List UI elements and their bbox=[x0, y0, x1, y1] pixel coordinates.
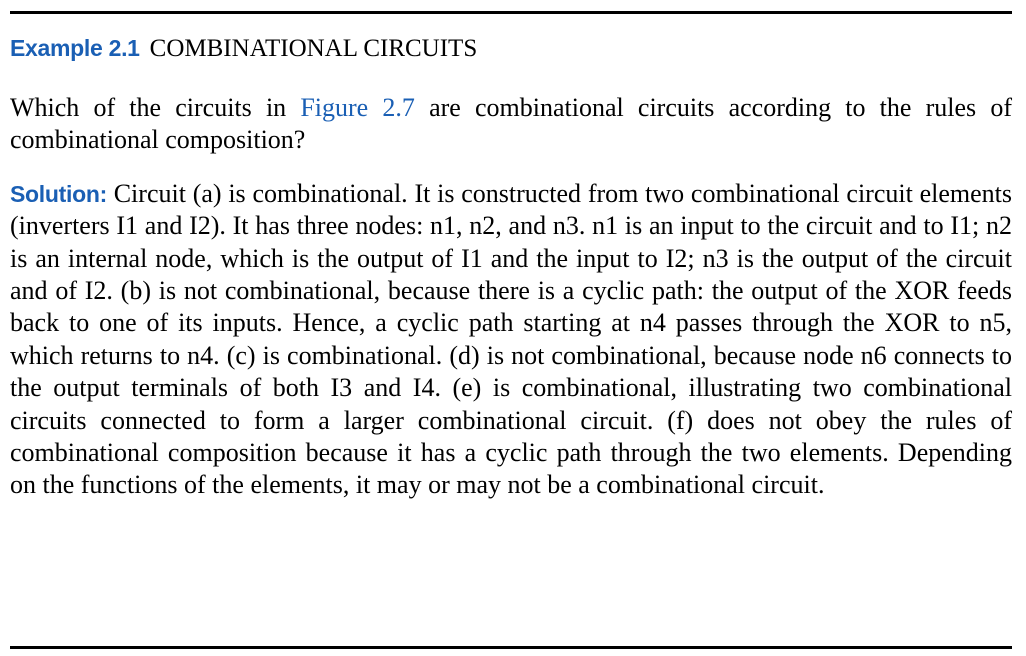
top-rule bbox=[10, 11, 1012, 14]
example-title: COMBINATIONAL CIRCUITS bbox=[149, 35, 478, 62]
bottom-rule bbox=[10, 646, 1012, 649]
solution-text: Circuit (a) is combinational. It is cons… bbox=[10, 178, 1013, 500]
example-box: Example 2.1 COMBINATIONAL CIRCUITS Which… bbox=[10, 10, 1012, 502]
solution-label: Solution: bbox=[10, 180, 107, 207]
question-paragraph: Which of the circuits in Figure 2.7 are … bbox=[10, 92, 1012, 157]
figure-reference-link[interactable]: Figure 2.7 bbox=[300, 93, 415, 122]
solution-paragraph: Solution: Circuit (a) is combinational. … bbox=[10, 178, 1012, 502]
question-text-before: Which of the circuits in bbox=[10, 93, 301, 122]
example-label: Example 2.1 bbox=[10, 35, 140, 61]
example-heading: Example 2.1 COMBINATIONAL CIRCUITS bbox=[10, 32, 1012, 68]
